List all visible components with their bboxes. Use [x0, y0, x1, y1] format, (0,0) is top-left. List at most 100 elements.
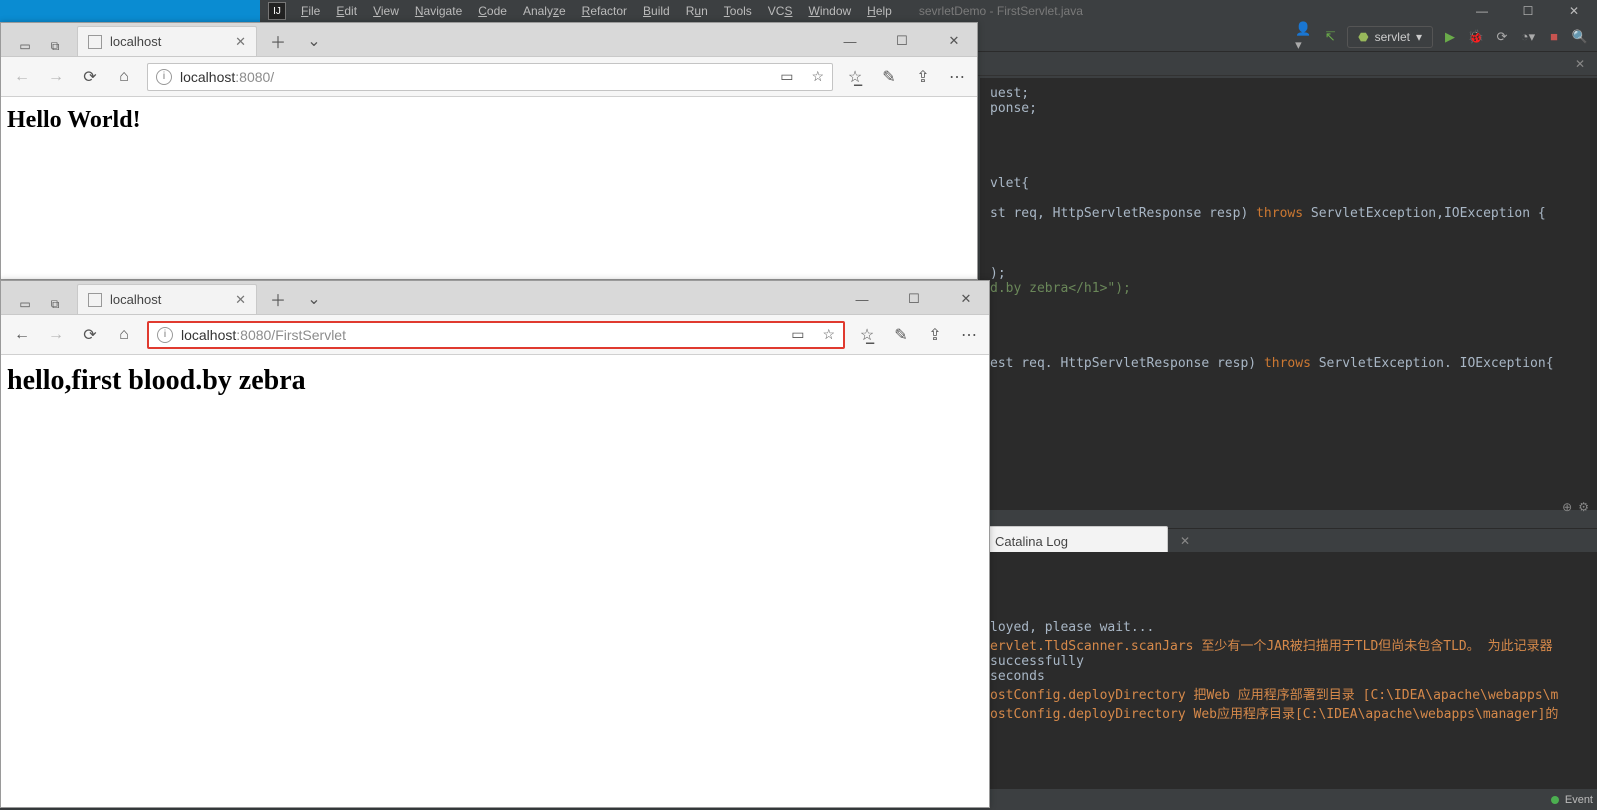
browser1-close-icon[interactable]: ✕: [931, 26, 977, 56]
more-icon[interactable]: ⋯: [947, 67, 967, 87]
menu-file[interactable]: File: [294, 2, 327, 20]
browser1-minimize-icon[interactable]: —: [827, 26, 873, 56]
menu-run[interactable]: Run: [679, 2, 715, 20]
refresh-icon[interactable]: ⟳: [79, 324, 101, 346]
menu-vcs[interactable]: VCS: [761, 2, 800, 20]
tab-menu-icon[interactable]: ⌄: [299, 284, 329, 314]
url-path: :8080/: [235, 69, 274, 85]
menu-build[interactable]: Build: [636, 2, 677, 20]
url-path: :8080/FirstServlet: [236, 327, 346, 343]
ide-window-title: sevrletDemo - FirstServlet.java: [919, 4, 1083, 18]
build-hammer-icon[interactable]: ↸: [1321, 28, 1339, 46]
user-icon[interactable]: 👤▾: [1295, 28, 1313, 46]
menu-navigate[interactable]: Navigate: [408, 2, 469, 20]
site-info-icon[interactable]: i: [156, 69, 172, 85]
browser2-heading: hello,first blood.by zebra: [7, 365, 983, 397]
reading-view-icon[interactable]: ▭: [791, 326, 804, 343]
profile-icon[interactable]: ◔▾: [1519, 28, 1537, 46]
browser1-tabstrip: ▭ ⧉ localhost ✕ ＋ ⌄ — ☐ ✕: [1, 23, 977, 57]
more-icon[interactable]: ⋯: [959, 325, 979, 345]
menu-tools[interactable]: Tools: [717, 2, 759, 20]
run-config-label: servlet: [1375, 30, 1410, 44]
menu-edit[interactable]: Edit: [329, 2, 364, 20]
coverage-icon[interactable]: ⟳: [1493, 28, 1511, 46]
back-icon: ←: [11, 66, 33, 88]
tab-close-icon[interactable]: ✕: [235, 292, 246, 308]
tool-window-tabbar: Catalina Log ✕: [980, 528, 1597, 552]
debug-icon[interactable]: 🐞: [1467, 28, 1485, 46]
browser-window-1: ▭ ⧉ localhost ✕ ＋ ⌄ — ☐ ✕ ← → ⟳ ⌂ i loca…: [0, 22, 978, 280]
browser1-url-field[interactable]: i localhost:8080/ ▭ ☆: [147, 63, 833, 91]
gear-icon[interactable]: ⚙: [1578, 500, 1589, 514]
notes-icon[interactable]: ✎: [891, 325, 911, 345]
stop-icon[interactable]: ■: [1545, 28, 1563, 46]
browser2-minimize-icon[interactable]: —: [839, 284, 885, 314]
intellij-logo-icon: IJ: [268, 2, 286, 20]
chevron-down-icon: ▾: [1416, 30, 1422, 44]
browser1-heading: Hello World!: [7, 107, 971, 134]
run-icon[interactable]: ▶: [1441, 28, 1459, 46]
browser1-tab-title: localhost: [110, 34, 161, 49]
back-icon[interactable]: ←: [11, 324, 33, 346]
forward-icon: →: [45, 324, 67, 346]
refresh-icon[interactable]: ⟳: [79, 66, 101, 88]
menu-refactor[interactable]: Refactor: [575, 2, 634, 20]
favorite-icon[interactable]: ☆: [811, 68, 824, 85]
ide-close-icon[interactable]: ✕: [1551, 0, 1597, 22]
tab-actions-icon[interactable]: ▭: [15, 36, 35, 56]
ide-maximize-icon[interactable]: ☐: [1505, 0, 1551, 22]
tab-close-icon[interactable]: ✕: [235, 34, 246, 50]
browser1-address-bar: ← → ⟳ ⌂ i localhost:8080/ ▭ ☆ ☆̲ ✎ ⇪ ⋯: [1, 57, 977, 97]
notes-icon[interactable]: ✎: [879, 67, 899, 87]
console-output[interactable]: loyed, please wait... ervlet.TldScanner.…: [980, 552, 1597, 788]
editor-tab-close-icon[interactable]: ✕: [1571, 57, 1589, 71]
browser1-page-content: Hello World!: [1, 97, 977, 279]
browser1-tab[interactable]: localhost ✕: [77, 26, 257, 56]
ide-main-menu[interactable]: File Edit View Navigate Code Analyze Ref…: [294, 0, 899, 22]
editor-gutter-actions[interactable]: ⊕ ⚙: [1562, 500, 1589, 514]
browser2-url-field[interactable]: i localhost:8080/FirstServlet ▭ ☆: [147, 321, 845, 349]
menu-help[interactable]: Help: [860, 2, 899, 20]
share-icon[interactable]: ⇪: [913, 67, 933, 87]
url-host: localhost: [180, 69, 235, 85]
favorites-hub-icon[interactable]: ☆̲: [857, 325, 877, 345]
new-tab-button[interactable]: ＋: [263, 284, 293, 314]
favorites-hub-icon[interactable]: ☆̲: [845, 67, 865, 87]
reading-view-icon[interactable]: ▭: [780, 68, 793, 85]
tab-menu-icon[interactable]: ⌄: [299, 26, 329, 56]
run-config-combo[interactable]: ⬣ servlet ▾: [1347, 26, 1433, 48]
browser2-close-icon[interactable]: ✕: [943, 284, 989, 314]
target-icon[interactable]: ⊕: [1562, 500, 1572, 514]
code-editor[interactable]: uest; ponse; vlet{ st req, HttpServletRe…: [980, 78, 1597, 510]
menu-analyze[interactable]: Analyze: [516, 2, 573, 20]
new-tab-button[interactable]: ＋: [263, 26, 293, 56]
browser2-page-content: hello,first blood.by zebra: [1, 355, 989, 807]
share-icon[interactable]: ⇪: [925, 325, 945, 345]
browser2-maximize-icon[interactable]: ☐: [891, 284, 937, 314]
forward-icon: →: [45, 66, 67, 88]
favorite-icon[interactable]: ☆: [822, 326, 835, 343]
menu-view[interactable]: View: [366, 2, 406, 20]
event-log-label[interactable]: Event: [1565, 794, 1593, 806]
tool-tab-catalina[interactable]: Catalina Log: [988, 526, 1168, 556]
home-icon[interactable]: ⌂: [113, 324, 135, 346]
set-aside-icon[interactable]: ⧉: [45, 294, 65, 314]
browser1-maximize-icon[interactable]: ☐: [879, 26, 925, 56]
page-icon: [88, 35, 102, 49]
browser2-tab-title: localhost: [110, 292, 161, 307]
desktop-strip: [0, 0, 260, 22]
event-indicator-icon[interactable]: [1551, 796, 1559, 804]
site-info-icon[interactable]: i: [157, 327, 173, 343]
search-icon[interactable]: 🔍: [1571, 28, 1589, 46]
tool-tab-close-icon[interactable]: ✕: [1180, 534, 1190, 548]
browser2-tabstrip: ▭ ⧉ localhost ✕ ＋ ⌄ — ☐ ✕: [1, 281, 989, 315]
ide-minimize-icon[interactable]: —: [1459, 0, 1505, 22]
tomcat-icon: ⬣: [1358, 30, 1368, 44]
menu-window[interactable]: Window: [801, 2, 858, 20]
menu-code[interactable]: Code: [471, 2, 514, 20]
set-aside-icon[interactable]: ⧉: [45, 36, 65, 56]
browser2-tab[interactable]: localhost ✕: [77, 284, 257, 314]
tab-actions-icon[interactable]: ▭: [15, 294, 35, 314]
ide-title-bar: IJ File Edit View Navigate Code Analyze …: [0, 0, 1597, 22]
home-icon[interactable]: ⌂: [113, 66, 135, 88]
